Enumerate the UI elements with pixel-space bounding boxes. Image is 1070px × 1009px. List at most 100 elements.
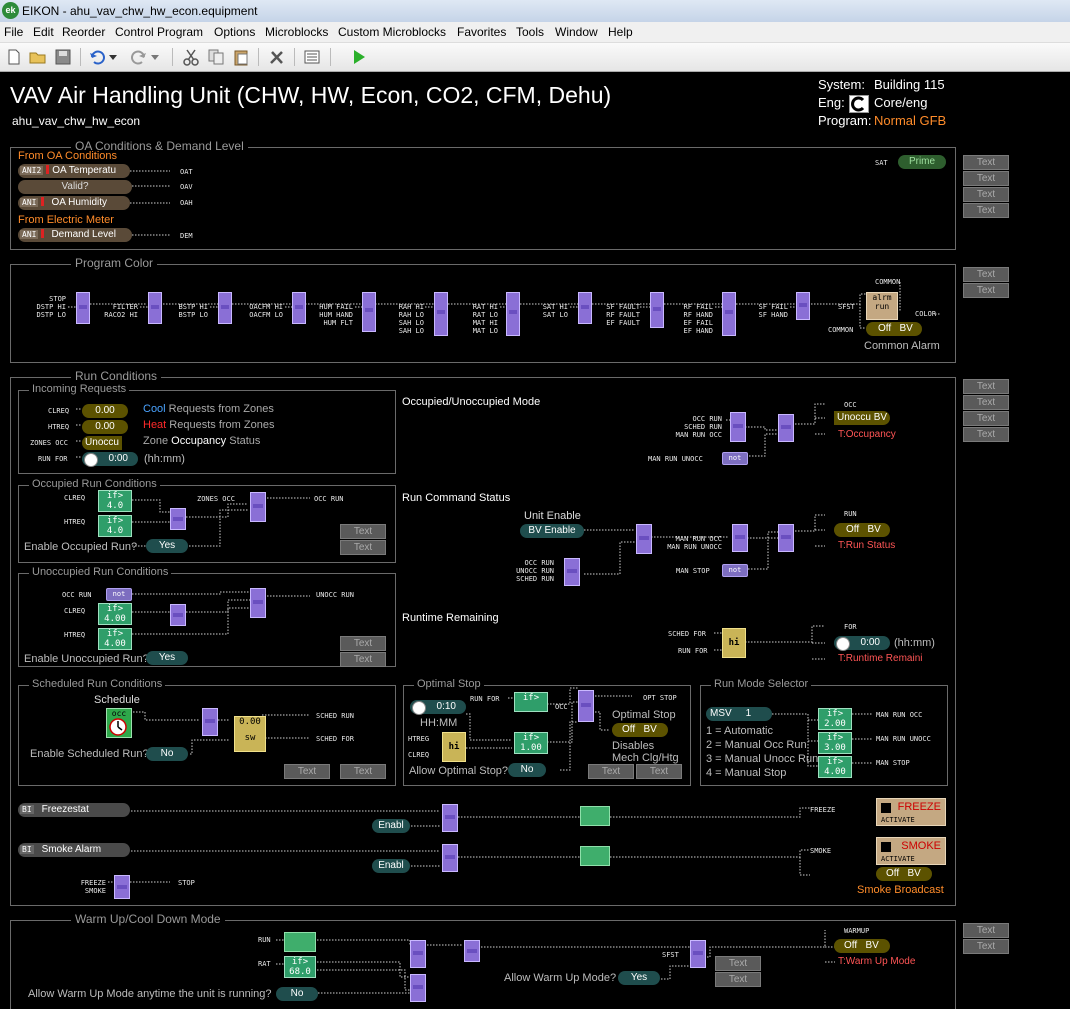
program-canvas[interactable]: VAV Air Handling Unit (CHW, HW, Econ, CO…	[0, 72, 1070, 1009]
delay-on-block[interactable]	[580, 806, 610, 826]
or-block[interactable]	[170, 604, 186, 626]
or-block[interactable]	[722, 292, 736, 336]
text-button[interactable]: Text	[963, 379, 1009, 394]
text-button[interactable]: Text	[963, 923, 1009, 938]
text-button[interactable]: Text	[636, 764, 682, 779]
oa-temperature-point[interactable]: ANI2 OA Temperatu	[18, 164, 130, 178]
and-block[interactable]	[778, 524, 794, 552]
warm-up-bv[interactable]: Off BV	[834, 939, 890, 953]
optimal-stop-bv[interactable]: Off BV	[612, 723, 668, 737]
or-block[interactable]	[76, 292, 90, 324]
undo-icon[interactable]	[88, 48, 106, 66]
or-block[interactable]	[464, 940, 480, 962]
or-block[interactable]	[434, 292, 448, 336]
if-greater-block[interactable]: if>	[514, 692, 548, 712]
prime-status[interactable]: Prime	[898, 155, 946, 169]
if-greater-block[interactable]: if> 4.0	[98, 515, 132, 537]
and-block[interactable]	[202, 708, 218, 736]
copy-icon[interactable]	[207, 48, 225, 66]
delay-on-block[interactable]	[284, 932, 316, 952]
run-status-bv[interactable]: Off BV	[834, 523, 890, 537]
if-greater-block[interactable]: if> 68.0	[284, 956, 316, 978]
text-button[interactable]: Text	[340, 540, 386, 555]
if-greater-block[interactable]: if> 4.00	[98, 603, 132, 625]
demand-level-point[interactable]: ANI Demand Level	[18, 228, 132, 242]
smoke-broadcast-bv[interactable]: Off BV	[876, 867, 932, 881]
occupancy-bv[interactable]: Unoccu BV	[834, 411, 890, 425]
menu-options[interactable]: Options	[214, 25, 255, 39]
allow-warm-up-yes[interactable]: Yes	[618, 971, 660, 985]
enable-unoccupied-yes[interactable]: Yes	[146, 651, 188, 665]
freezestat-point[interactable]: BI Freezestat	[18, 803, 130, 817]
enable-scheduled-no[interactable]: No	[146, 747, 188, 761]
or-block[interactable]	[506, 292, 520, 336]
program-value[interactable]: Normal GFB	[874, 113, 946, 128]
properties-icon[interactable]	[303, 48, 321, 66]
if-greater-block[interactable]: if> 3.00	[818, 732, 852, 754]
and-block[interactable]	[690, 940, 706, 968]
menu-custom-microblocks[interactable]: Custom Microblocks	[338, 25, 446, 39]
htreq-value[interactable]: 0.00	[82, 420, 128, 434]
smoke-alarm-point[interactable]: BI Smoke Alarm	[18, 843, 130, 857]
if-greater-block[interactable]: if> 4.0	[98, 490, 132, 512]
and-block[interactable]	[636, 524, 652, 554]
smoke-alarm-block[interactable]: SMOKE ACTIVATE	[876, 837, 946, 865]
and-block[interactable]	[442, 844, 458, 872]
text-button[interactable]: Text	[588, 764, 634, 779]
allow-optimal-stop-no[interactable]: No	[508, 763, 546, 777]
text-button[interactable]: Text	[963, 203, 1009, 218]
menu-reorder[interactable]: Reorder	[62, 25, 105, 39]
if-greater-block[interactable]: if> 1.00	[514, 732, 548, 754]
text-button[interactable]: Text	[340, 636, 386, 651]
delay-on-block[interactable]	[580, 846, 610, 866]
run-mode-msv[interactable]: MSV 1	[706, 707, 772, 721]
text-button[interactable]: Text	[284, 764, 330, 779]
not-block[interactable]: not	[106, 588, 132, 601]
or-block[interactable]	[170, 508, 186, 530]
new-file-icon[interactable]	[5, 48, 23, 66]
redo-dropdown-icon[interactable]	[150, 48, 160, 66]
if-greater-block[interactable]: if> 4.00	[98, 628, 132, 650]
menu-microblocks[interactable]: Microblocks	[265, 25, 328, 39]
window-titlebar[interactable]: ek EIKON - ahu_vav_chw_hw_econ.equipment	[0, 0, 1070, 22]
text-button[interactable]: Text	[340, 652, 386, 667]
text-button[interactable]: Text	[340, 764, 386, 779]
and-block[interactable]	[250, 588, 266, 618]
alarm-run-block[interactable]: alrm run	[866, 292, 898, 320]
text-button[interactable]: Text	[963, 283, 1009, 298]
if-greater-block[interactable]: if> 4.00	[818, 756, 852, 778]
text-button[interactable]: Text	[715, 972, 761, 987]
or-block[interactable]	[650, 292, 664, 328]
run-icon[interactable]	[350, 48, 368, 66]
clreq-value[interactable]: 0.00	[82, 404, 128, 418]
or-block[interactable]	[564, 558, 580, 586]
text-button[interactable]: Text	[963, 187, 1009, 202]
hi-select-block[interactable]: hi	[442, 732, 466, 762]
zones-occ-value[interactable]: Unoccu	[82, 436, 122, 450]
tools-icon[interactable]	[268, 48, 286, 66]
not-block[interactable]: not	[722, 564, 748, 577]
freeze-enable[interactable]: Enabl	[372, 819, 410, 833]
and-block[interactable]	[250, 492, 266, 522]
or-block[interactable]	[730, 412, 746, 442]
menu-favorites[interactable]: Favorites	[457, 25, 506, 39]
text-button[interactable]: Text	[963, 267, 1009, 282]
paste-icon[interactable]	[232, 48, 250, 66]
or-block[interactable]	[292, 292, 306, 324]
oa-valid-point[interactable]: Valid?	[18, 180, 132, 194]
or-block[interactable]	[362, 292, 376, 332]
menu-edit[interactable]: Edit	[33, 25, 54, 39]
text-button[interactable]: Text	[963, 427, 1009, 442]
not-block[interactable]: not	[722, 452, 748, 465]
or-block[interactable]	[148, 292, 162, 324]
switch-block[interactable]: 0.00 sw	[234, 716, 266, 752]
unit-enable-bv[interactable]: BV Enable	[520, 524, 584, 538]
warm-up-anytime-no[interactable]: No	[276, 987, 318, 1001]
undo-dropdown-icon[interactable]	[108, 48, 118, 66]
and-block[interactable]	[778, 414, 794, 442]
text-button[interactable]: Text	[963, 171, 1009, 186]
enable-occupied-yes[interactable]: Yes	[146, 539, 188, 553]
or-block[interactable]	[796, 292, 810, 320]
text-button[interactable]: Text	[715, 956, 761, 971]
or-block[interactable]	[578, 292, 592, 324]
